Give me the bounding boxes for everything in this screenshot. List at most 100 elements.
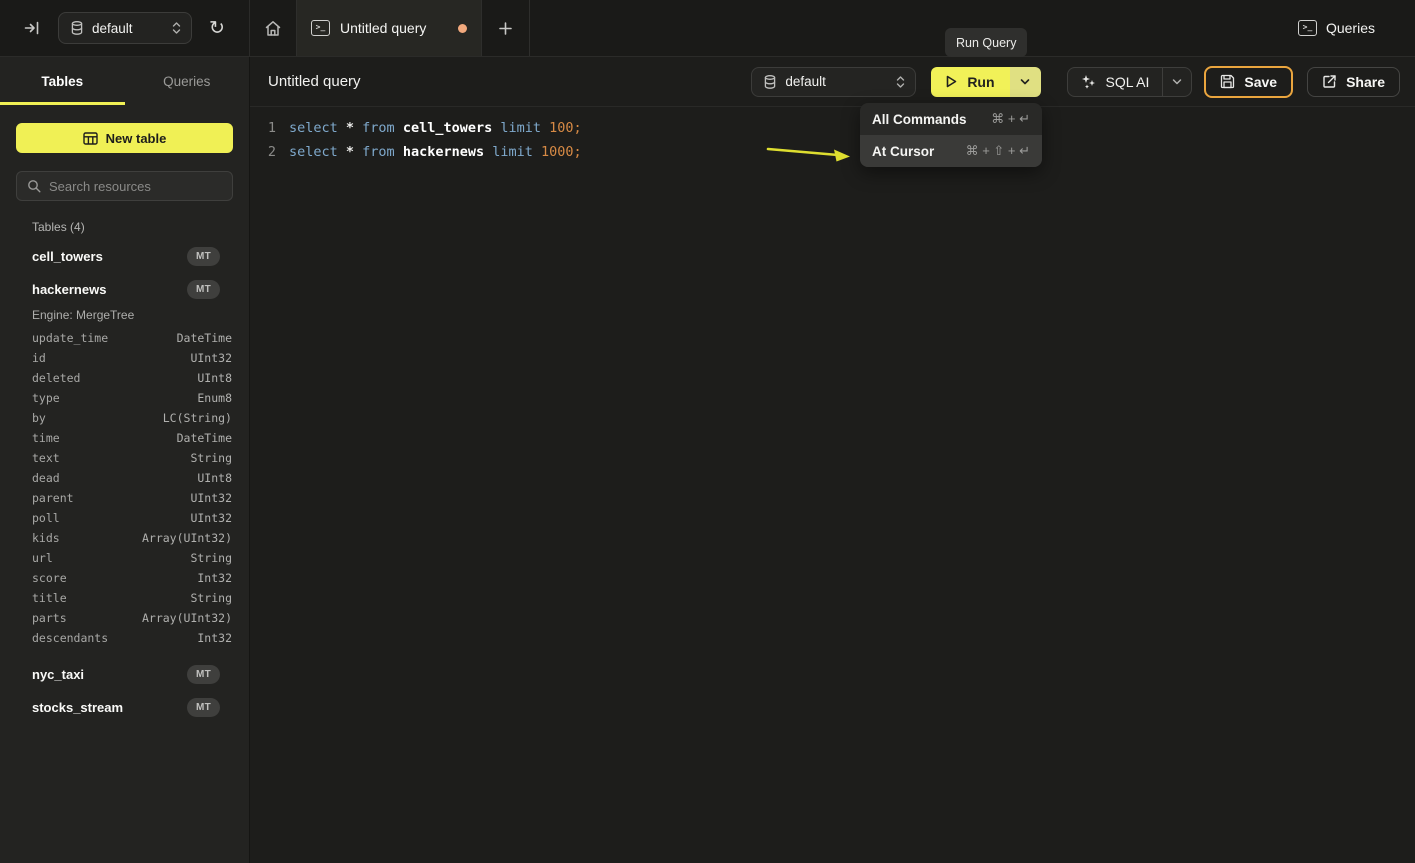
search-input[interactable] <box>49 179 225 194</box>
column-name: text <box>32 451 60 465</box>
new-table-button[interactable]: New table <box>16 123 233 153</box>
engine-badge: MT <box>187 665 220 684</box>
code-line-2: 2 select * from hackernews limit 1000; <box>250 140 1415 164</box>
active-tab-underline <box>0 102 125 105</box>
column-type: Int32 <box>197 631 232 645</box>
menu-item-shortcut: ⌘ + ⇧ + ↵ <box>966 143 1030 159</box>
column-type: String <box>190 551 232 565</box>
collapse-sidebar-icon[interactable] <box>24 20 41 36</box>
database-selector[interactable]: default <box>58 12 192 44</box>
menu-item-all-commands[interactable]: All Commands ⌘ + ↵ <box>860 103 1042 135</box>
run-options-button[interactable] <box>1010 67 1041 97</box>
column-row: timeDateTime <box>0 428 249 448</box>
table-item-nyc-taxi[interactable]: nyc_taxi MT <box>0 658 249 691</box>
run-query-tooltip: Run Query <box>945 28 1027 57</box>
top-bar: default ↻ >_ Untitled query <box>0 0 1415 57</box>
home-tab[interactable] <box>250 0 296 56</box>
sql-ai-label: SQL AI <box>1106 74 1150 90</box>
column-type: String <box>190 591 232 605</box>
column-row: scoreInt32 <box>0 568 249 588</box>
sql-editor[interactable]: 1 select * from cell_towers limit 100; 2… <box>250 107 1415 863</box>
column-name: poll <box>32 511 60 525</box>
engine-badge: MT <box>187 280 220 299</box>
column-type: Array(UInt32) <box>142 531 232 545</box>
sidebar-tab-tables[interactable]: Tables <box>0 57 125 105</box>
code-content: select * from hackernews limit 1000; <box>289 140 582 164</box>
table-item-hackernews[interactable]: hackernews MT <box>0 273 249 306</box>
play-icon <box>944 74 958 89</box>
sql-table-name: cell_towers <box>403 120 501 136</box>
plus-icon <box>498 21 513 36</box>
chevron-updown-icon <box>896 75 905 89</box>
column-name: deleted <box>32 371 80 385</box>
save-button[interactable]: Save <box>1204 66 1293 98</box>
sql-semicolon: ; <box>574 120 582 136</box>
menu-item-at-cursor[interactable]: At Cursor ⌘ + ⇧ + ↵ <box>860 135 1042 167</box>
share-icon <box>1322 74 1337 89</box>
toolbar-database-value: default <box>785 74 887 89</box>
sidebar-tab-queries[interactable]: Queries <box>125 57 250 105</box>
database-selector-value: default <box>92 21 163 36</box>
queries-link-label: Queries <box>1326 20 1375 36</box>
column-type: Enum8 <box>197 391 232 405</box>
run-button[interactable]: Run <box>931 67 1009 97</box>
toolbar-database-selector[interactable]: default <box>751 67 916 97</box>
main-panel: Untitled query default <box>250 57 1415 863</box>
column-type: UInt32 <box>190 491 232 505</box>
sql-table-name: hackernews <box>403 144 492 160</box>
run-split-button: Run <box>931 67 1040 97</box>
new-tab-button[interactable] <box>482 0 530 56</box>
table-item-cell-towers[interactable]: cell_towers MT <box>0 240 249 273</box>
column-name: descendants <box>32 631 108 645</box>
column-row: textString <box>0 448 249 468</box>
column-row: pollUInt32 <box>0 508 249 528</box>
table-grid-icon <box>83 132 98 145</box>
refresh-icon[interactable]: ↻ <box>209 19 225 38</box>
tab-label: Untitled query <box>340 20 448 36</box>
menu-item-shortcut: ⌘ + ↵ <box>991 111 1030 127</box>
column-type: Int32 <box>197 571 232 585</box>
column-name: url <box>32 551 53 565</box>
column-row: deleted UInt8 <box>0 368 249 388</box>
run-button-label: Run <box>967 74 994 90</box>
sql-semicolon: ; <box>574 144 582 160</box>
share-button-label: Share <box>1346 74 1385 90</box>
table-name: cell_towers <box>32 249 187 264</box>
database-icon <box>764 75 776 89</box>
chevron-down-icon <box>1020 78 1030 86</box>
sidebar-tabs: Tables Queries <box>0 57 249 105</box>
sparkles-icon <box>1081 74 1097 90</box>
column-name: title <box>32 591 67 605</box>
sql-keyword: from <box>362 144 403 160</box>
share-button[interactable]: Share <box>1307 67 1400 97</box>
column-name: update_time <box>32 331 108 345</box>
table-name: stocks_stream <box>32 700 187 715</box>
column-row: typeEnum8 <box>0 388 249 408</box>
sql-keyword: limit <box>500 120 549 136</box>
terminal-icon: >_ <box>1298 20 1317 36</box>
table-item-stocks-stream[interactable]: stocks_stream MT <box>0 691 249 724</box>
column-row: descendants Int32 <box>0 628 249 648</box>
engine-note: Engine: MergeTree <box>0 306 249 328</box>
search-icon <box>27 179 41 193</box>
table-name: hackernews <box>32 282 187 297</box>
new-table-label: New table <box>106 131 167 146</box>
column-type: UInt8 <box>197 371 232 385</box>
tab-strip: >_ Untitled query <box>250 0 530 56</box>
tab-untitled-query[interactable]: >_ Untitled query <box>296 0 482 56</box>
main-header: Untitled query default <box>250 57 1415 107</box>
engine-badge: MT <box>187 698 220 717</box>
column-row: kidsArray(UInt32) <box>0 528 249 548</box>
run-options-menu: All Commands ⌘ + ↵ At Cursor ⌘ + ⇧ + ↵ <box>860 103 1042 167</box>
queries-link[interactable]: >_ Queries <box>1298 20 1375 36</box>
sidebar: Tables Queries New table Tables (4) <box>0 57 250 863</box>
search-box <box>16 171 233 201</box>
column-type: UInt32 <box>190 351 232 365</box>
sql-ai-button[interactable]: SQL AI <box>1068 68 1163 96</box>
sql-ai-options-button[interactable] <box>1162 68 1191 96</box>
terminal-icon: >_ <box>311 20 330 36</box>
toolbar: default Run <box>751 66 1400 98</box>
column-name: by <box>32 411 46 425</box>
column-type: DateTime <box>177 331 232 345</box>
unsaved-indicator-dot <box>458 24 467 33</box>
